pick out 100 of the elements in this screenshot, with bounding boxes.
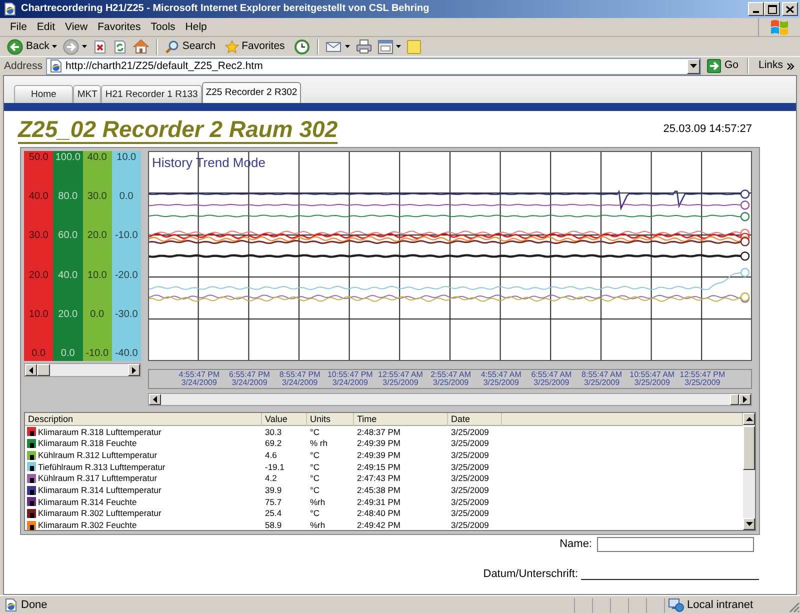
close-button[interactable] [782, 2, 798, 16]
print-button[interactable] [354, 38, 374, 56]
scroll-left-button[interactable] [149, 394, 161, 405]
scroll-down-button[interactable] [743, 518, 755, 530]
caret-right-icon [743, 396, 747, 403]
table-cell-text: °C [309, 486, 321, 495]
search-button[interactable]: Search [163, 38, 218, 56]
note-icon [406, 40, 421, 54]
name-field[interactable] [597, 537, 754, 552]
table-cell-text: 3/25/2009 [450, 509, 490, 518]
table-cell-text: -19.1 [264, 462, 286, 472]
scale-label: 50.0 [28, 153, 48, 163]
favorites-button[interactable]: Favorites [222, 38, 287, 56]
axis-time-label: 12:55:47 PM [680, 371, 726, 379]
column-header[interactable]: Time [354, 413, 448, 426]
go-button[interactable]: Go [704, 58, 742, 74]
minimize-button[interactable] [748, 2, 764, 16]
scroll-right-button[interactable] [739, 394, 751, 405]
signature-label: Datum/Unterschrift: [483, 569, 578, 580]
computer-globe-icon [668, 598, 684, 612]
table-cell-text: 75.7 [264, 498, 283, 506]
table-cell-text: °C [309, 450, 321, 460]
axis-time-label: 10:55:47 PM [327, 371, 373, 379]
page-title: Z25_02 Recorder 2 Raum 302 [18, 115, 338, 143]
table-cell-text: 2:49:15 PM [356, 462, 402, 472]
scale-label: -10.0 [114, 231, 138, 242]
forward-button[interactable] [61, 38, 90, 56]
home-button[interactable] [131, 38, 152, 56]
security-zone: Local intranet [687, 600, 754, 610]
address-label: Address [4, 60, 43, 72]
scale-label: -40.0 [114, 348, 138, 359]
scale-label: 100.0 [55, 153, 80, 163]
table-cell-text: 2:47:43 PM [356, 474, 402, 483]
address-field[interactable]: http://charth21/Z25/default_Z25_Rec2.htm [46, 58, 702, 74]
resize-grip-icon [788, 600, 800, 612]
flag-logo-icon [769, 18, 790, 36]
caret-left-icon [153, 396, 157, 403]
tab[interactable]: MKT [73, 85, 102, 103]
axis-time-label: 6:55:47 AM [531, 371, 572, 379]
axis-date-label: 3/25/2009 [584, 379, 620, 387]
menu-item[interactable]: Help [180, 18, 212, 36]
table-cell-text: 30.3 [264, 428, 283, 436]
scroll-right-button[interactable] [128, 364, 140, 376]
scroll-left-button[interactable] [25, 364, 37, 376]
table-cell-text: 25.4 [264, 509, 283, 518]
table-cell-text: °C [309, 428, 321, 436]
menu-item[interactable]: Edit [32, 18, 60, 36]
scale-label: 40.0 [28, 192, 48, 202]
caret-down-icon [52, 45, 58, 48]
page-icon [3, 2, 17, 16]
scale-label: 80.0 [58, 192, 78, 202]
axis-time-label: 2:55:47 AM [430, 371, 472, 379]
scrollbar[interactable] [743, 413, 755, 530]
column-header[interactable]: Units [307, 413, 354, 426]
scrollbar-thumb[interactable] [730, 394, 739, 405]
scrollbar-thumb[interactable] [37, 364, 50, 376]
scale-label: 60.0 [58, 231, 78, 242]
table-cell-text: 3/25/2009 [450, 521, 490, 530]
table-cell-text: °C [309, 474, 321, 483]
scale-label: 10.0 [28, 310, 48, 320]
scrollbar[interactable] [24, 363, 141, 377]
table-cell-text: 3/25/2009 [450, 498, 490, 506]
scrollbar[interactable] [148, 393, 752, 406]
column-header[interactable]: Description [25, 413, 262, 426]
scale-label: 0.0 [90, 310, 104, 320]
column-header[interactable]: Date [448, 413, 502, 426]
scroll-up-button[interactable] [743, 413, 755, 425]
star-icon [224, 40, 239, 54]
table-cell: Tiefühlraum R.313 Lufttemperatur [38, 462, 166, 472]
scale-label: 20.0 [28, 270, 48, 281]
table-cell-text: 4.2 [264, 474, 278, 483]
tab[interactable]: Home [14, 85, 74, 103]
axis-date-label: 3/25/2009 [382, 379, 418, 387]
column-header[interactable]: Value [262, 413, 307, 426]
edit-button[interactable] [376, 38, 403, 56]
menu-item[interactable]: Tools [146, 18, 180, 36]
axis-time-label: 12:55:47 AM [378, 371, 423, 379]
axis-date-label: 3/24/2009 [332, 379, 368, 387]
envelope-icon [326, 40, 342, 53]
history-button[interactable] [292, 38, 312, 56]
axis-time-label: 8:55:47 PM [279, 371, 320, 379]
name-label: Name: [560, 539, 592, 550]
double-chevron-icon [787, 62, 794, 70]
scrollbar-thumb[interactable] [743, 426, 755, 470]
menu-item[interactable]: File [5, 18, 32, 36]
tab[interactable]: Z25 Recorder 2 R302 [202, 82, 302, 103]
menu-item[interactable]: View [60, 18, 93, 36]
tab[interactable]: H21 Recorder 1 R133 [101, 85, 202, 103]
axis-time-label: 8:55:47 AM [582, 371, 622, 379]
dropdown-button[interactable] [687, 58, 700, 74]
printer-icon [356, 39, 372, 54]
links-button[interactable]: Links [755, 58, 797, 74]
back-button[interactable]: Back [5, 38, 60, 56]
scale-label: 20.0 [87, 231, 107, 242]
status-text: Done [21, 600, 48, 610]
axis-date-label: 3/25/2009 [433, 379, 469, 387]
scale-label: 0.0 [60, 348, 75, 359]
axis-date-label: 3/25/2009 [483, 379, 519, 387]
menu-item[interactable]: Favorites [92, 18, 146, 36]
maximize-button[interactable] [764, 2, 780, 16]
